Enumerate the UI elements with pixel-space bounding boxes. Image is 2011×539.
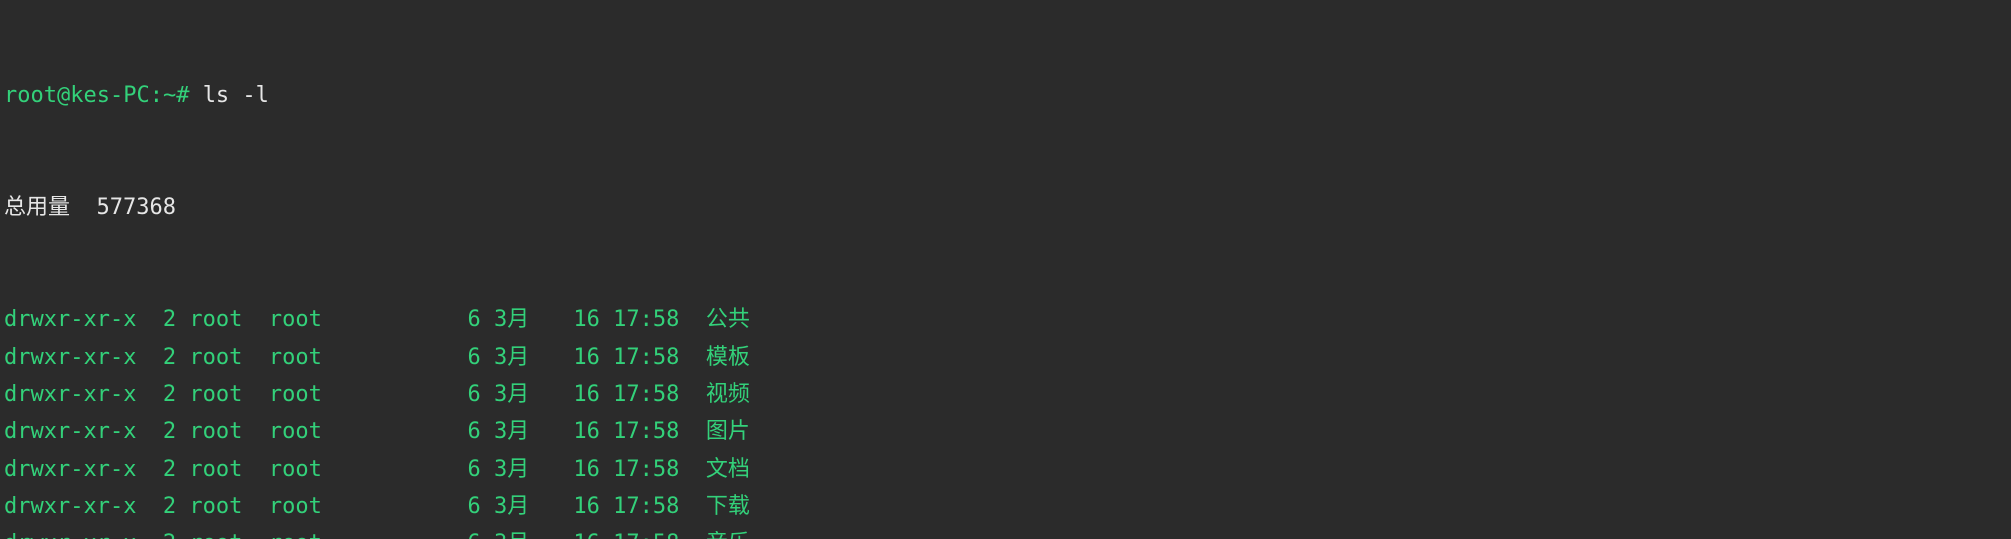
size: 6 [348, 451, 480, 488]
group: root [269, 301, 335, 338]
links: 2 [150, 451, 176, 488]
list-item: drwxr-xr-x 2 root root 6 3月 16 17:58 视频 [4, 376, 2007, 413]
day: 16 [560, 413, 600, 450]
day: 16 [560, 376, 600, 413]
name: 视频 [706, 376, 750, 413]
time: 17:58 [613, 525, 692, 539]
day: 16 [560, 339, 600, 376]
size: 6 [348, 301, 480, 338]
prompt-user-host: root@kes-PC [4, 83, 150, 108]
list-item: drwxr-xr-x 2 root root 6 3月 16 17:58 公共 [4, 301, 2007, 338]
perm: drwxr-xr-x [4, 301, 136, 338]
listing-rows: drwxr-xr-x2rootroot63月1617:58公共drwxr-xr-… [4, 301, 2007, 539]
group: root [269, 451, 335, 488]
time: 17:58 [613, 376, 692, 413]
month: 3月 [494, 451, 534, 488]
time: 17:58 [613, 301, 692, 338]
perm: drwxr-xr-x [4, 525, 136, 539]
month: 3月 [494, 301, 534, 338]
time: 17:58 [613, 451, 692, 488]
name: 模板 [706, 339, 750, 376]
user: root [189, 376, 255, 413]
day: 16 [560, 301, 600, 338]
size: 6 [348, 488, 480, 525]
name: 图片 [706, 413, 750, 450]
list-item: drwxr-xr-x 2 root root 6 3月 16 17:58 下载 [4, 488, 2007, 525]
group: root [269, 488, 335, 525]
user: root [189, 339, 255, 376]
size: 6 [348, 339, 480, 376]
total-label: 总用量 [4, 195, 70, 220]
list-item: drwxr-xr-x 2 root root 6 3月 16 17:58 图片 [4, 413, 2007, 450]
list-item: drwxr-xr-x 2 root root 6 3月 16 17:58 模板 [4, 339, 2007, 376]
prompt-cwd: ~ [163, 83, 176, 108]
links: 2 [150, 339, 176, 376]
links: 2 [150, 376, 176, 413]
name: 文档 [706, 451, 750, 488]
user: root [189, 301, 255, 338]
prompt-line: root@kes-PC:~# ls -l [4, 77, 2007, 114]
day: 16 [560, 451, 600, 488]
links: 2 [150, 413, 176, 450]
month: 3月 [494, 525, 534, 539]
links: 2 [150, 301, 176, 338]
user: root [189, 413, 255, 450]
perm: drwxr-xr-x [4, 413, 136, 450]
perm: drwxr-xr-x [4, 376, 136, 413]
month: 3月 [494, 488, 534, 525]
command-text: ls -l [203, 83, 269, 108]
group: root [269, 413, 335, 450]
month: 3月 [494, 413, 534, 450]
total-value: 577368 [97, 195, 176, 220]
name: 下载 [706, 488, 750, 525]
links: 2 [150, 488, 176, 525]
terminal-output[interactable]: root@kes-PC:~# ls -l 总用量 577368 drwxr-xr-x… [0, 0, 2011, 539]
group: root [269, 376, 335, 413]
size: 6 [348, 376, 480, 413]
name: 公共 [706, 301, 750, 338]
user: root [189, 488, 255, 525]
links: 2 [150, 525, 176, 539]
size: 6 [348, 413, 480, 450]
name: 音乐 [706, 525, 750, 539]
list-item: drwxr-xr-x 2 root root 6 3月 16 17:58 音乐 [4, 525, 2007, 539]
size: 6 [348, 525, 480, 539]
user: root [189, 525, 255, 539]
group: root [269, 339, 335, 376]
list-item: drwxr-xr-x 2 root root 6 3月 16 17:58 文档 [4, 451, 2007, 488]
time: 17:58 [613, 339, 692, 376]
prompt-symbol: # [176, 83, 189, 108]
day: 16 [560, 488, 600, 525]
time: 17:58 [613, 413, 692, 450]
perm: drwxr-xr-x [4, 451, 136, 488]
group: root [269, 525, 335, 539]
time: 17:58 [613, 488, 692, 525]
perm: drwxr-xr-x [4, 339, 136, 376]
month: 3月 [494, 339, 534, 376]
prompt-separator: : [150, 83, 163, 108]
user: root [189, 451, 255, 488]
day: 16 [560, 525, 600, 539]
total-line: 总用量 577368 [4, 189, 2007, 226]
perm: drwxr-xr-x [4, 488, 136, 525]
month: 3月 [494, 376, 534, 413]
